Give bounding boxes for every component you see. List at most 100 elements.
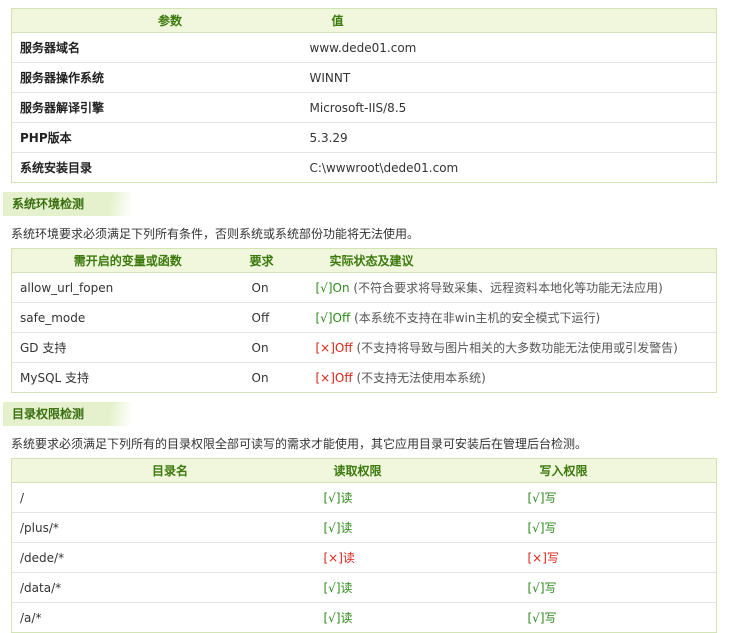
env-status-value: Off [332, 311, 351, 325]
env-status-mark: [√] [315, 311, 333, 325]
read-status-mark: [√] [323, 521, 341, 535]
param-value: Microsoft-IIS/8.5 [293, 92, 717, 123]
env-status-note: (不支持无法使用本系统) [356, 371, 486, 385]
env-status-mark: [×] [315, 341, 335, 355]
env-description: 系统环境要求必须满足下列所有条件，否则系统或系统部份功能将无法使用。 [11, 227, 420, 241]
dir-header: 目录名 [11, 458, 312, 483]
env-status-value: Off [334, 341, 353, 355]
perm-row: /data/* [√]读 [√]写 [11, 572, 717, 603]
server-info-header: 参数 值 [11, 8, 717, 33]
env-state: [×]Off (不支持将导致与图片相关的大多数功能无法使用或引发警告) [307, 332, 717, 363]
dir-name: /a/* [20, 610, 42, 625]
write-status-label: 写 [544, 611, 557, 625]
write-status-label: 写 [546, 551, 559, 565]
write-status-mark: [√] [527, 581, 545, 595]
write-header: 写入权限 [515, 458, 717, 483]
param-name: 服务器域名 [11, 32, 294, 63]
write-status-label: 写 [544, 491, 557, 505]
env-status-note: (不支持将导致与图片相关的大多数功能无法使用或引发警告) [356, 341, 678, 355]
env-state: [×]Off (不支持无法使用本系统) [308, 363, 717, 393]
env-var-name: MySQL 支持 [20, 371, 90, 385]
env-status-note: (不符合要求将导致采集、远程资料本地化等功能无法应用) [353, 281, 663, 295]
read-status-label: 读 [340, 581, 353, 595]
perm-row: /plus/* [√]读 [√]写 [11, 512, 717, 543]
param-name: PHP版本 [11, 122, 294, 153]
perm-row: / [√]读 [√]写 [11, 482, 717, 513]
perm-row: /a/* [√]读 [√]写 [12, 603, 717, 633]
write-status-label: 写 [544, 521, 557, 535]
env-requirement: On [243, 332, 308, 363]
write-status-mark: [√] [527, 491, 545, 505]
env-status-mark: [×] [315, 371, 335, 385]
param-name: 服务器操作系统 [11, 62, 294, 93]
write-permission: [×]写 [515, 542, 717, 573]
perm-header: 目录名 读取权限 写入权限 [11, 458, 717, 483]
env-section-title: 系统环境检测 [3, 192, 131, 216]
env-row: GD 支持 On [×]Off (不支持将导致与图片相关的大多数功能无法使用或引发警… [11, 332, 717, 363]
dir-name: /dede/* [11, 542, 312, 573]
dir-name: /data/* [11, 572, 312, 603]
param-value: 5.3.29 [293, 122, 717, 153]
server-info-row: 服务器操作系统 WINNT [11, 62, 717, 93]
server-info-row: 服务器域名 www.dede01.com [11, 32, 717, 63]
param-header: 参数 [11, 8, 294, 33]
write-status-label: 写 [544, 581, 557, 595]
read-status-label: 读 [342, 551, 355, 565]
perm-section-title: 目录权限检测 [3, 402, 131, 426]
read-permission: [√]读 [312, 603, 516, 633]
env-var-name: safe_mode [11, 302, 244, 333]
read-status-mark: [√] [323, 581, 341, 595]
read-status-mark: [√] [323, 491, 341, 505]
param-value: C:\wwwroot\dede01.com [309, 160, 459, 175]
env-requirement: Off [243, 302, 308, 333]
write-permission: [√]写 [515, 482, 717, 513]
write-permission: [√]写 [515, 572, 717, 603]
write-permission: [√]写 [516, 603, 717, 633]
perm-row: /dede/* [×]读 [×]写 [11, 542, 717, 573]
read-status-mark: [√] [323, 611, 341, 625]
env-row: allow_url_fopen On [√]On (不符合要求将导致采集、远程资料本… [11, 272, 717, 303]
env-state: [√]Off (本系统不支持在非win主机的安全模式下运行) [307, 302, 717, 333]
server-info-table: 参数 值 服务器域名 www.dede01.com 服务器操作系统 WINNT 服务… [11, 8, 717, 183]
read-permission: [√]读 [311, 482, 516, 513]
env-var-header: 需开启的变量或函数 [11, 248, 244, 273]
server-info-row: 服务器解译引擎 Microsoft-IIS/8.5 [11, 92, 717, 123]
env-var-name: allow_url_fopen [11, 272, 244, 303]
dir-name: /plus/* [11, 512, 312, 543]
write-permission: [√]写 [515, 512, 717, 543]
env-state-header: 实际状态及建议 [307, 248, 717, 273]
write-status-mark: [×] [527, 551, 547, 565]
server-info-row: 系统安装目录 C:\wwwroot\dede01.com [12, 153, 717, 183]
env-requirement: On [243, 272, 308, 303]
env-status-value: Off [334, 371, 353, 385]
param-value: www.dede01.com [293, 32, 717, 63]
env-var-name: GD 支持 [11, 332, 244, 363]
read-permission: [×]读 [311, 542, 516, 573]
env-header: 需开启的变量或函数 要求 实际状态及建议 [11, 248, 717, 273]
env-status-mark: [√] [315, 281, 333, 295]
param-name: 系统安装目录 [20, 161, 93, 175]
env-row: safe_mode Off [√]Off (本系统不支持在非win主机的安全模式下运… [11, 302, 717, 333]
dir-name: / [11, 482, 312, 513]
perm-check-table: 目录名 读取权限 写入权限 / [√]读 [√]写/plus/* [√]读 [√]写/d… [11, 458, 717, 633]
env-req-header: 要求 [243, 248, 308, 273]
param-name: 服务器解译引擎 [11, 92, 294, 123]
env-status-value: On [332, 281, 350, 295]
write-status-mark: [√] [527, 521, 545, 535]
env-status-note: (本系统不支持在非win主机的安全模式下运行) [354, 311, 601, 325]
read-header: 读取权限 [311, 458, 516, 483]
env-check-table: 需开启的变量或函数 要求 实际状态及建议 allow_url_fopen On [√… [11, 248, 717, 393]
perm-description: 系统要求必须满足下列所有的目录权限全部可读写的需求才能使用，其它应用目录可安装后… [11, 437, 588, 451]
read-status-label: 读 [340, 611, 353, 625]
read-status-label: 读 [340, 521, 353, 535]
read-permission: [√]读 [311, 572, 516, 603]
write-status-mark: [√] [527, 611, 545, 625]
read-permission: [√]读 [311, 512, 516, 543]
env-requirement: On [251, 370, 269, 385]
read-status-label: 读 [340, 491, 353, 505]
value-header: 值 [293, 8, 717, 33]
server-info-row: PHP版本 5.3.29 [11, 122, 717, 153]
read-status-mark: [×] [323, 551, 343, 565]
env-state: [√]On (不符合要求将导致采集、远程资料本地化等功能无法应用) [307, 272, 717, 303]
param-value: WINNT [293, 62, 717, 93]
